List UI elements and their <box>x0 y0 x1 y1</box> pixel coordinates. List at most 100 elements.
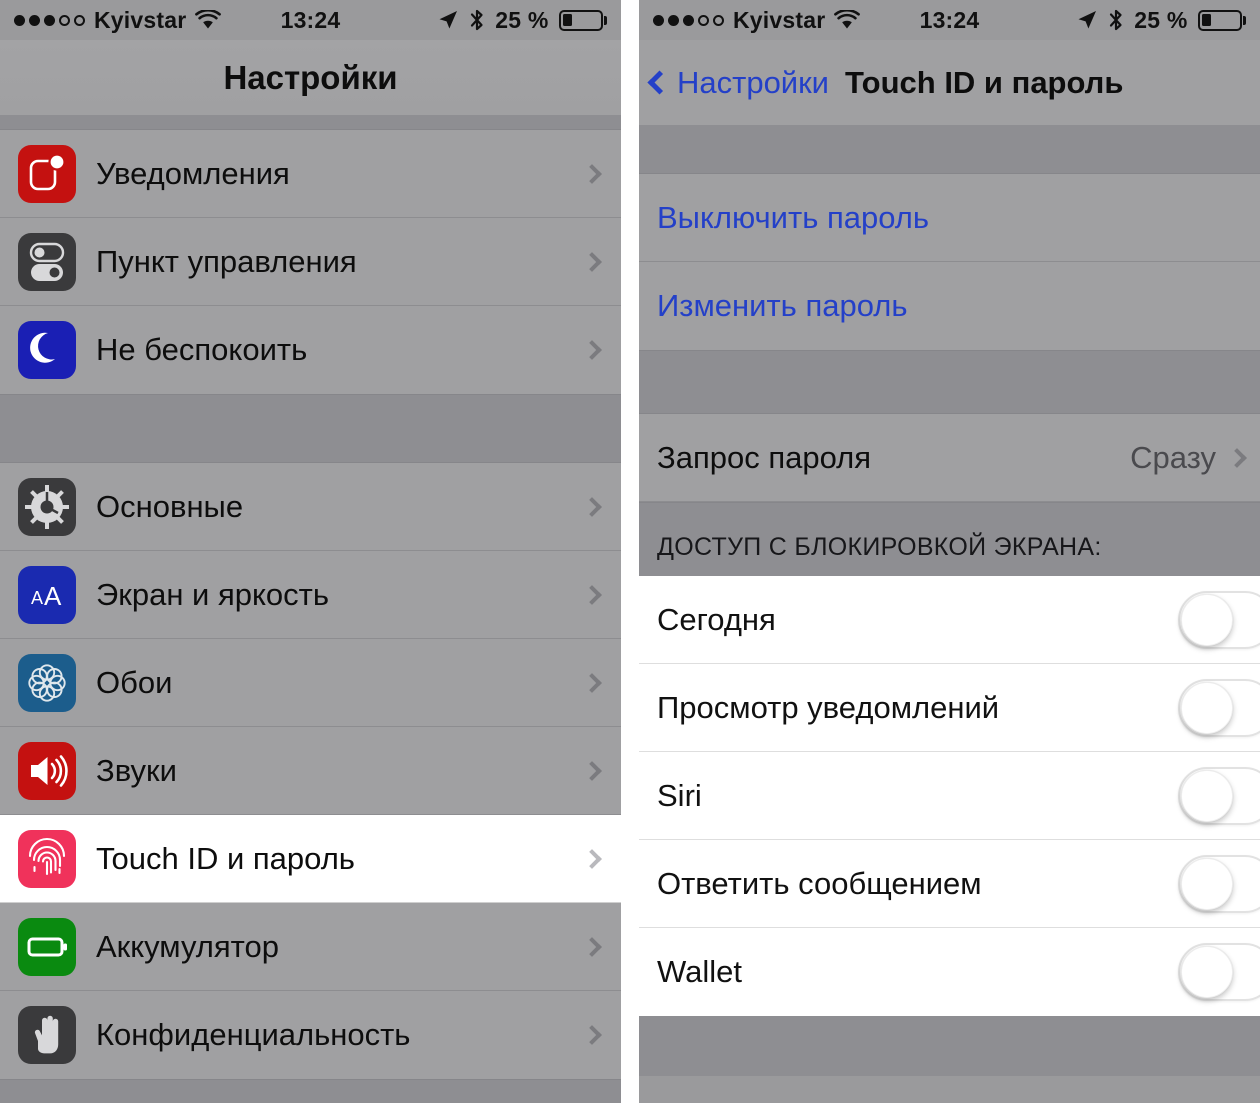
notifications-icon <box>18 144 76 203</box>
chevron-right-icon <box>582 672 602 693</box>
sidebar-item-do-not-disturb[interactable]: Не беспокоить <box>0 306 621 394</box>
change-passcode-button[interactable]: Изменить пароль <box>639 262 1260 350</box>
list-top-spacer <box>0 115 621 129</box>
siri-toggle[interactable] <box>1178 766 1260 825</box>
passcode-links-group: Выключить пароль Изменить пароль <box>639 173 1260 351</box>
sidebar-item-touch-id-passcode[interactable]: Touch ID и пароль <box>0 815 621 903</box>
signal-strength-dots-icon <box>14 14 85 26</box>
svg-text:A: A <box>31 588 43 608</box>
group-spacer <box>0 395 621 462</box>
toggle-knob <box>1181 593 1233 646</box>
chevron-right-icon <box>582 936 602 957</box>
dual-screenshot-container: Kyivstar 13:24 25 % Настройки Уведомлени… <box>0 0 1260 1103</box>
sidebar-item-label: Уведомления <box>96 155 290 191</box>
right-nav-bar: Настройки Touch ID и пароль <box>639 40 1260 125</box>
reply-with-message-toggle[interactable] <box>1178 854 1260 913</box>
toggle-label: Ответить сообщением <box>657 865 982 901</box>
panel-divider-gap <box>621 0 639 1103</box>
chevron-right-icon <box>582 251 602 272</box>
settings-group-2: Основные A A Экран и яркость Обои Звуки … <box>0 462 621 1080</box>
right-group-spacer <box>639 351 1260 413</box>
lock-screen-access-section-header: ДОСТУП С БЛОКИРОВКОЙ ЭКРАНА: <box>639 503 1260 576</box>
sidebar-item-label: Обои <box>96 664 173 700</box>
bluetooth-icon <box>1110 9 1122 31</box>
require-passcode-group: Запрос пароля Сразу <box>639 413 1260 503</box>
toggle-row-wallet[interactable]: Wallet <box>639 928 1260 1016</box>
battery-percent-label: 25 % <box>495 6 549 33</box>
status-bar-carrier-group: Kyivstar <box>14 6 222 34</box>
sidebar-item-label: Экран и яркость <box>96 576 330 612</box>
status-bar-right: Kyivstar 13:24 25 % <box>639 0 1260 40</box>
toggle-knob <box>1181 769 1233 822</box>
wifi-icon <box>834 10 861 29</box>
toggle-label: Сегодня <box>657 601 776 637</box>
require-passcode-row[interactable]: Запрос пароля Сразу <box>639 414 1260 502</box>
toggle-knob <box>1181 857 1233 910</box>
location-arrow-icon <box>439 11 458 29</box>
right-bottom-spacer <box>639 1016 1260 1076</box>
sounds-speaker-icon <box>18 741 76 800</box>
require-passcode-label: Запрос пароля <box>657 439 872 475</box>
left-nav-bar: Настройки <box>0 40 621 115</box>
left-phone-screen: Kyivstar 13:24 25 % Настройки Уведомлени… <box>0 0 621 1103</box>
sidebar-item-label: Аккумулятор <box>96 928 279 964</box>
do-not-disturb-moon-icon <box>18 321 76 379</box>
sidebar-item-label: Не беспокоить <box>96 332 308 367</box>
battery-icon <box>558 9 607 31</box>
control-center-icon <box>18 232 76 291</box>
wallpaper-flower-icon <box>18 653 76 712</box>
sidebar-item-privacy[interactable]: Конфиденциальность <box>0 991 621 1079</box>
chevron-right-icon <box>582 163 602 184</box>
chevron-right-icon <box>582 340 602 360</box>
chevron-right-icon <box>582 496 602 517</box>
toggle-label: Siri <box>657 777 702 813</box>
battery-percent-label: 25 % <box>1134 6 1188 33</box>
toggle-label: Wallet <box>657 954 742 989</box>
turn-off-passcode-button[interactable]: Выключить пароль <box>639 174 1260 262</box>
battery-icon <box>18 917 76 976</box>
status-bar-carrier-group: Kyivstar <box>653 7 861 34</box>
back-button-label: Настройки <box>677 64 830 100</box>
sidebar-item-notifications[interactable]: Уведомления <box>0 130 621 218</box>
status-bar-left: Kyivstar 13:24 25 % <box>0 0 621 40</box>
sidebar-item-label: Звуки <box>96 752 177 788</box>
wallet-toggle[interactable] <box>1178 943 1260 1001</box>
privacy-hand-icon <box>18 1006 76 1064</box>
status-bar-indicators: 25 % <box>1076 7 1246 34</box>
today-toggle[interactable] <box>1178 590 1260 649</box>
sidebar-item-wallpaper[interactable]: Обои <box>0 639 621 727</box>
chevron-right-icon <box>582 848 602 869</box>
sidebar-item-label: Пункт управления <box>96 243 357 279</box>
require-passcode-value: Сразу <box>1130 439 1216 475</box>
status-bar-indicators: 25 % <box>437 7 607 34</box>
fingerprint-icon <box>18 829 76 888</box>
chevron-right-icon <box>1227 447 1247 468</box>
signal-strength-dots-icon <box>653 14 724 26</box>
sidebar-item-battery[interactable]: Аккумулятор <box>0 903 621 991</box>
sidebar-item-display-brightness[interactable]: A A Экран и яркость <box>0 551 621 639</box>
toggle-row-siri[interactable]: Siri <box>639 752 1260 840</box>
toggle-label: Просмотр уведомлений <box>657 689 1000 725</box>
back-button[interactable]: Настройки <box>647 64 830 101</box>
list-bottom-spacer <box>0 1080 621 1103</box>
toggle-row-notifications-view[interactable]: Просмотр уведомлений <box>639 664 1260 752</box>
notifications-view-toggle[interactable] <box>1178 678 1260 737</box>
carrier-name: Kyivstar <box>94 6 187 33</box>
toggle-row-today[interactable]: Сегодня <box>639 576 1260 664</box>
sidebar-item-general[interactable]: Основные <box>0 463 621 551</box>
toggle-row-reply-with-message[interactable]: Ответить сообщением <box>639 840 1260 928</box>
right-phone-screen: Kyivstar 13:24 25 % Настройки Touch ID и… <box>639 0 1260 1103</box>
battery-icon <box>1197 9 1246 31</box>
sidebar-item-label: Основные <box>96 488 244 524</box>
sidebar-item-sounds[interactable]: Звуки <box>0 727 621 815</box>
sidebar-item-label: Touch ID и пароль <box>96 840 355 876</box>
page-title-settings: Настройки <box>223 58 398 96</box>
location-arrow-icon <box>1078 11 1097 29</box>
sidebar-item-control-center[interactable]: Пункт управления <box>0 218 621 306</box>
page-title-touch-id: Touch ID и пароль <box>845 64 1124 100</box>
chevron-right-icon <box>582 1025 602 1045</box>
toggle-knob <box>1181 681 1233 734</box>
bluetooth-icon <box>471 9 483 31</box>
toggle-knob <box>1181 946 1233 998</box>
right-top-spacer <box>639 125 1260 173</box>
